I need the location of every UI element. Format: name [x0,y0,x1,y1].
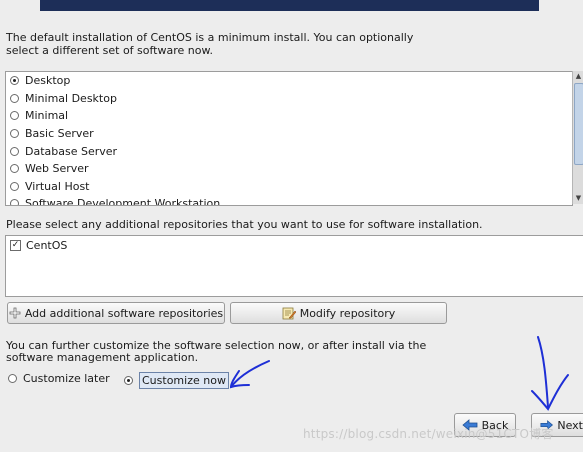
customize-now-label: Customize now [139,372,229,389]
radio-icon[interactable] [8,374,17,383]
radio-icon[interactable] [10,129,19,139]
radio-icon[interactable] [10,164,19,174]
radio-icon[interactable] [10,181,19,191]
radio-icon[interactable] [10,111,19,121]
software-option-label: Desktop [25,74,71,88]
next-label: Next [557,418,583,432]
watermark: https://blog.csdn.net/weixin@51CTO博客 [303,427,554,441]
customize-later-label: Customize later [23,372,110,385]
software-option-label: Basic Server [25,127,94,141]
software-selection-list[interactable]: Desktop Minimal Desktop Minimal Basic Se… [5,71,573,206]
header-banner [40,0,539,11]
software-option-minimal[interactable]: Minimal [6,107,572,125]
scroll-thumb[interactable] [574,83,583,165]
scroll-up-icon[interactable]: ▲ [573,71,583,82]
customize-later-option[interactable]: Customize later [8,372,110,385]
software-option-label: Minimal Desktop [25,91,117,105]
radio-icon[interactable] [10,93,19,103]
radio-selected-icon[interactable] [124,376,133,385]
repository-list[interactable]: ✓ CentOS [5,235,583,297]
repository-item-centos[interactable]: ✓ CentOS [6,236,583,255]
add-repositories-button[interactable]: Add additional software repositories [7,302,225,324]
software-option-virtual-host[interactable]: Virtual Host [6,178,572,196]
repositories-label: Please select any additional repositorie… [6,218,483,231]
software-option-label: Software Development Workstation [25,197,221,206]
customize-now-option[interactable]: Customize now [124,372,229,389]
software-option-label: Minimal [25,109,69,123]
checkbox-checked-icon[interactable]: ✓ [10,240,21,251]
software-option-desktop[interactable]: Desktop [6,72,572,90]
scroll-down-icon[interactable]: ▼ [573,193,583,204]
software-list-scrollbar[interactable]: ▲ ▼ [572,71,583,204]
radio-icon[interactable] [10,199,19,205]
software-option-label: Web Server [25,162,89,176]
software-option-web-server[interactable]: Web Server [6,160,572,178]
modify-repository-label: Modify repository [299,306,396,320]
radio-icon[interactable] [10,146,19,156]
radio-selected-icon[interactable] [10,76,19,86]
customize-description: You can further customize the software s… [6,339,427,364]
intro-text: The default installation of CentOS is a … [6,31,414,57]
repository-label: CentOS [26,239,68,252]
edit-icon [282,307,296,319]
software-option-minimal-desktop[interactable]: Minimal Desktop [6,90,572,108]
software-option-database-server[interactable]: Database Server [6,142,572,160]
software-option-basic-server[interactable]: Basic Server [6,125,572,143]
hand-drawn-down-arrow-annotation [531,336,569,411]
plus-icon [9,307,21,319]
software-option-dev-workstation[interactable]: Software Development Workstation [6,195,572,206]
software-option-label: Database Server [25,144,118,158]
software-option-label: Virtual Host [25,179,90,193]
modify-repository-button[interactable]: Modify repository [230,302,447,324]
add-repositories-label: Add additional software repositories [24,306,224,320]
